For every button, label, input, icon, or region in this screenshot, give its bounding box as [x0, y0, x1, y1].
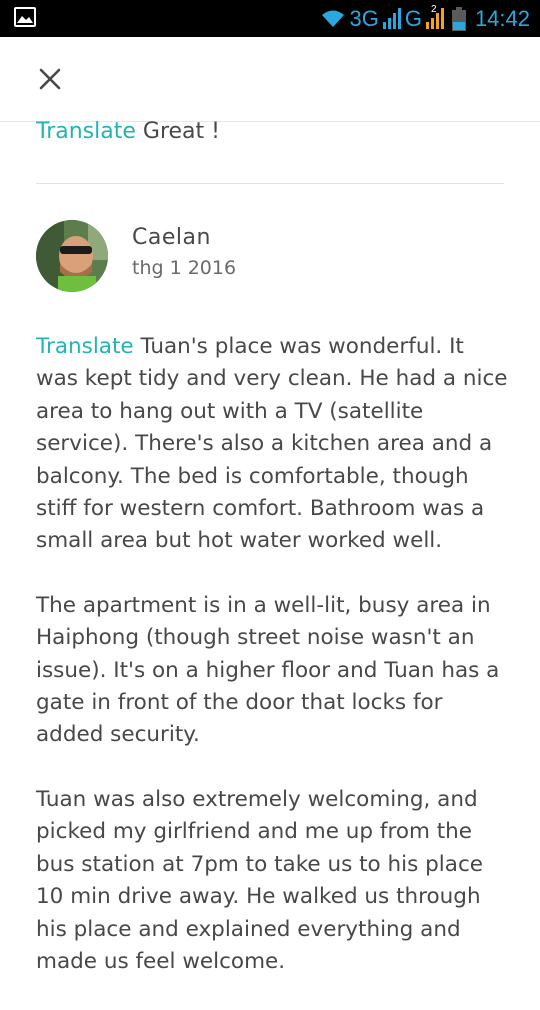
review-body: Translate Tuan's place was wonderful. It… — [36, 331, 508, 1010]
reviewer-name: Caelan — [132, 225, 211, 250]
signal-icon-sim2: 2 — [425, 4, 445, 30]
avatar[interactable] — [36, 220, 108, 292]
sim2-badge: 2 — [430, 4, 437, 15]
previous-review-text: Translate Great ! — [36, 119, 506, 159]
top-bar — [0, 37, 540, 122]
review-paragraph: The apartment is in a well-lit, busy are… — [36, 592, 500, 748]
reviewer-header: Caelan thg 1 2016 — [36, 220, 506, 294]
review-date: thg 1 2016 — [132, 257, 237, 279]
network-3g-label: 3G — [349, 6, 379, 31]
signal-icon — [382, 8, 402, 30]
status-bar: 3G G 2 14:42 — [0, 0, 540, 37]
close-icon — [39, 68, 61, 90]
wifi-icon — [320, 9, 346, 29]
close-button[interactable] — [34, 63, 66, 95]
network-g-label: G — [404, 6, 422, 31]
battery-icon — [451, 7, 466, 31]
review-paragraph-text: Tuan's place was wonderful. It was kept … — [36, 334, 508, 554]
previous-review: Translate Great ! — [36, 119, 506, 159]
clock: 14:42 — [474, 6, 530, 31]
review-paragraph: Tuan was also extremely welcoming, and p… — [36, 786, 484, 974]
translate-link[interactable]: Translate — [36, 334, 134, 359]
previous-review-body: Great ! — [135, 119, 220, 144]
gallery-icon — [14, 7, 36, 27]
divider — [36, 183, 504, 184]
review-paragraph: Translate Tuan's place was wonderful. It… — [36, 331, 508, 558]
translate-link[interactable]: Translate — [36, 119, 136, 145]
